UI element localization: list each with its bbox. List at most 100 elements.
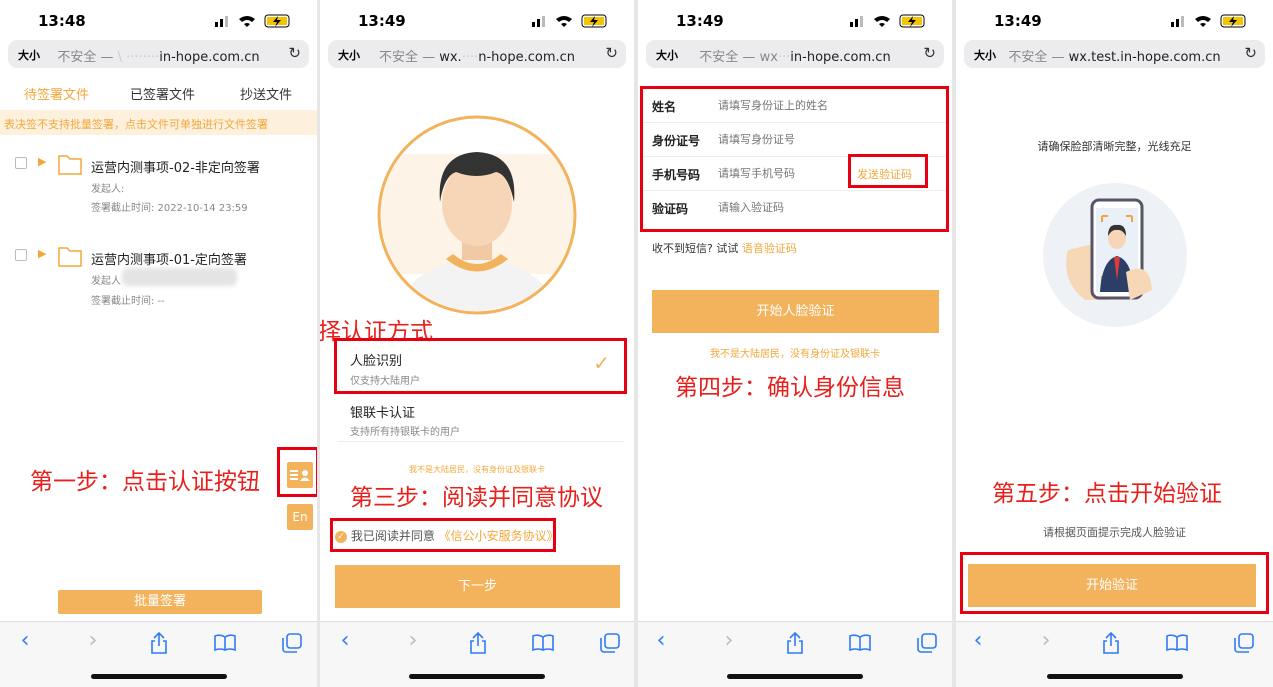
address-bar[interactable]: 大小 不安全 — \ ········in-hope.com.cn ↻ — [8, 40, 309, 68]
status-time: 13:49 — [676, 12, 724, 30]
back-icon[interactable]: ‹ — [963, 628, 993, 653]
address-bar[interactable]: 大小 不安全 — wx.····n-hope.com.cn ↻ — [328, 40, 626, 68]
start-verify-button[interactable]: 开始验证 — [968, 564, 1256, 607]
forward-icon[interactable]: › — [1031, 628, 1061, 653]
identity-form: 姓名 身份证号 手机号码 发送验证码 验证码 — [643, 89, 946, 225]
voice-code-link[interactable]: 语音验证码 — [742, 242, 797, 255]
next-step-button[interactable]: 下一步 — [335, 565, 620, 608]
batch-sign-button[interactable]: 批量签署 — [58, 590, 262, 614]
reload-icon[interactable]: ↻ — [288, 44, 301, 62]
field-label: 手机号码 — [652, 168, 701, 182]
non-mainland-link[interactable]: 我不是大陆居民，没有身份证及银联卡 — [320, 464, 634, 475]
file-initiator: 发起人: — [91, 184, 125, 195]
reload-icon[interactable]: ↻ — [923, 44, 936, 62]
share-icon[interactable] — [149, 632, 169, 654]
back-icon[interactable]: ‹ — [10, 628, 40, 653]
address-bar[interactable]: 大小 不安全 — wx.test.in-hope.com.cn ↻ — [964, 40, 1265, 68]
agreement-link[interactable]: 《信公小安服务协议》 — [439, 529, 559, 543]
agree-text: 我已阅读并同意 — [350, 529, 435, 543]
url-text: wx.test.in-hope.com.cn — [1068, 50, 1221, 65]
bookmarks-icon[interactable] — [849, 634, 871, 652]
home-indicator — [1046, 674, 1183, 679]
home-indicator — [409, 674, 545, 679]
forward-icon[interactable]: › — [714, 628, 744, 653]
tab-pending[interactable]: 待签署文件 — [24, 84, 89, 103]
file-title: 运营内测事项-01-定向签署 — [91, 253, 247, 268]
idcard-row: 身份证号 — [643, 123, 946, 157]
phone-screen-4: 13:49 大小 不安全 — wx.test.in-hope.com.cn ↻ … — [956, 0, 1273, 687]
name-input[interactable] — [718, 95, 898, 115]
tab-bar: 待签署文件 已签署文件 抄送文件 — [0, 84, 317, 110]
send-code-button[interactable]: 发送验证码 — [857, 166, 912, 182]
field-label: 验证码 — [652, 202, 689, 216]
status-icons — [215, 14, 290, 28]
browser-toolbar: ‹ › — [320, 621, 634, 687]
file-deadline: 签署截止时间: 2022-10-14 23:59 — [91, 203, 248, 214]
tabs-icon[interactable] — [1234, 633, 1254, 653]
url-prefix: wx. — [439, 50, 462, 65]
expand-arrow-icon[interactable]: ▶ — [38, 155, 46, 168]
file-initiator: 发起人 — [91, 276, 121, 287]
name-row: 姓名 — [643, 89, 946, 123]
insecure-label: 不安全 — — [699, 50, 756, 65]
list-item[interactable]: ▶ 运营内测事项-01-定向签署 发起人 签署截止时间: -- — [0, 244, 300, 308]
reload-icon[interactable]: ↻ — [1244, 44, 1257, 62]
phone-face-illustration — [1043, 183, 1187, 327]
non-mainland-link[interactable]: 我不是大陆居民，没有身份证及银联卡 — [638, 345, 952, 360]
url-text: n-hope.com.cn — [478, 50, 576, 65]
forward-icon[interactable]: › — [398, 628, 428, 653]
share-icon[interactable] — [1101, 632, 1121, 654]
face-avatar-image — [377, 115, 577, 315]
step1-annotation: 第一步：点击认证按钮 — [30, 469, 260, 495]
option-title: 银联卡认证 — [350, 406, 416, 421]
phone-screen-3: 13:49 大小 不安全 — wx···in-hope.com.cn ↻ 姓名 … — [638, 0, 952, 687]
checkbox[interactable] — [15, 249, 27, 261]
tabs-icon[interactable] — [282, 633, 302, 653]
code-input[interactable] — [718, 197, 898, 217]
file-title: 运营内测事项-02-非定向签署 — [91, 161, 260, 176]
status-time: 13:48 — [38, 12, 86, 30]
field-label: 姓名 — [652, 100, 677, 114]
share-icon[interactable] — [785, 632, 805, 654]
forward-icon[interactable]: › — [78, 628, 108, 653]
share-icon[interactable] — [468, 632, 488, 654]
face-tip: 请确保脸部清晰完整，光线充足 — [1037, 140, 1192, 153]
auth-button[interactable] — [287, 462, 313, 488]
tab-signed[interactable]: 已签署文件 — [130, 84, 195, 103]
checked-icon[interactable]: ✓ — [335, 530, 347, 543]
checkbox[interactable] — [15, 157, 27, 169]
idcard-input[interactable] — [718, 129, 898, 149]
phone-input[interactable] — [718, 163, 848, 183]
language-button[interactable]: En — [287, 504, 313, 530]
address-bar[interactable]: 大小 不安全 — wx···in-hope.com.cn ↻ — [646, 40, 944, 68]
agreement-row[interactable]: ✓ 我已阅读并同意 《信公小安服务协议》 — [335, 527, 559, 544]
unionpay-option[interactable]: 银联卡认证 支持所有持银联卡的用户 — [337, 394, 624, 442]
phone-screen-2: 13:49 大小 不安全 — wx.····n-hope.com.cn ↻ 第二… — [320, 0, 634, 687]
status-icons — [532, 14, 607, 28]
notice-bar: 表决签不支持批量签署，点击文件可单独进行文件签署 — [0, 110, 317, 135]
reload-icon[interactable]: ↻ — [605, 44, 618, 62]
blurred-name — [122, 268, 237, 286]
browser-toolbar: ‹ › — [0, 621, 317, 687]
check-icon: ✓ — [593, 351, 610, 375]
field-label: 身份证号 — [652, 134, 701, 148]
status-time: 13:49 — [358, 12, 406, 30]
phone-row: 手机号码 发送验证码 — [643, 154, 946, 191]
face-recognition-option[interactable]: 人脸识别 仅支持大陆用户 ✓ — [337, 341, 624, 391]
tabs-icon[interactable] — [600, 633, 620, 653]
step4-annotation: 第四步：确认身份信息 — [675, 375, 905, 401]
tab-cc[interactable]: 抄送文件 — [240, 84, 292, 103]
back-icon[interactable]: ‹ — [330, 628, 360, 653]
id-card-icon — [290, 470, 310, 481]
bookmarks-icon[interactable] — [1166, 634, 1188, 652]
status-time: 13:49 — [994, 12, 1042, 30]
tabs-icon[interactable] — [917, 633, 937, 653]
insecure-label: 不安全 — — [1008, 50, 1065, 65]
home-indicator — [727, 674, 863, 679]
expand-arrow-icon[interactable]: ▶ — [38, 247, 46, 260]
list-item[interactable]: ▶ 运营内测事项-02-非定向签署 发起人: 签署截止时间: 2022-10-1… — [0, 152, 300, 216]
back-icon[interactable]: ‹ — [646, 628, 676, 653]
bookmarks-icon[interactable] — [214, 634, 236, 652]
start-face-button[interactable]: 开始人脸验证 — [652, 290, 939, 333]
bookmarks-icon[interactable] — [532, 634, 554, 652]
